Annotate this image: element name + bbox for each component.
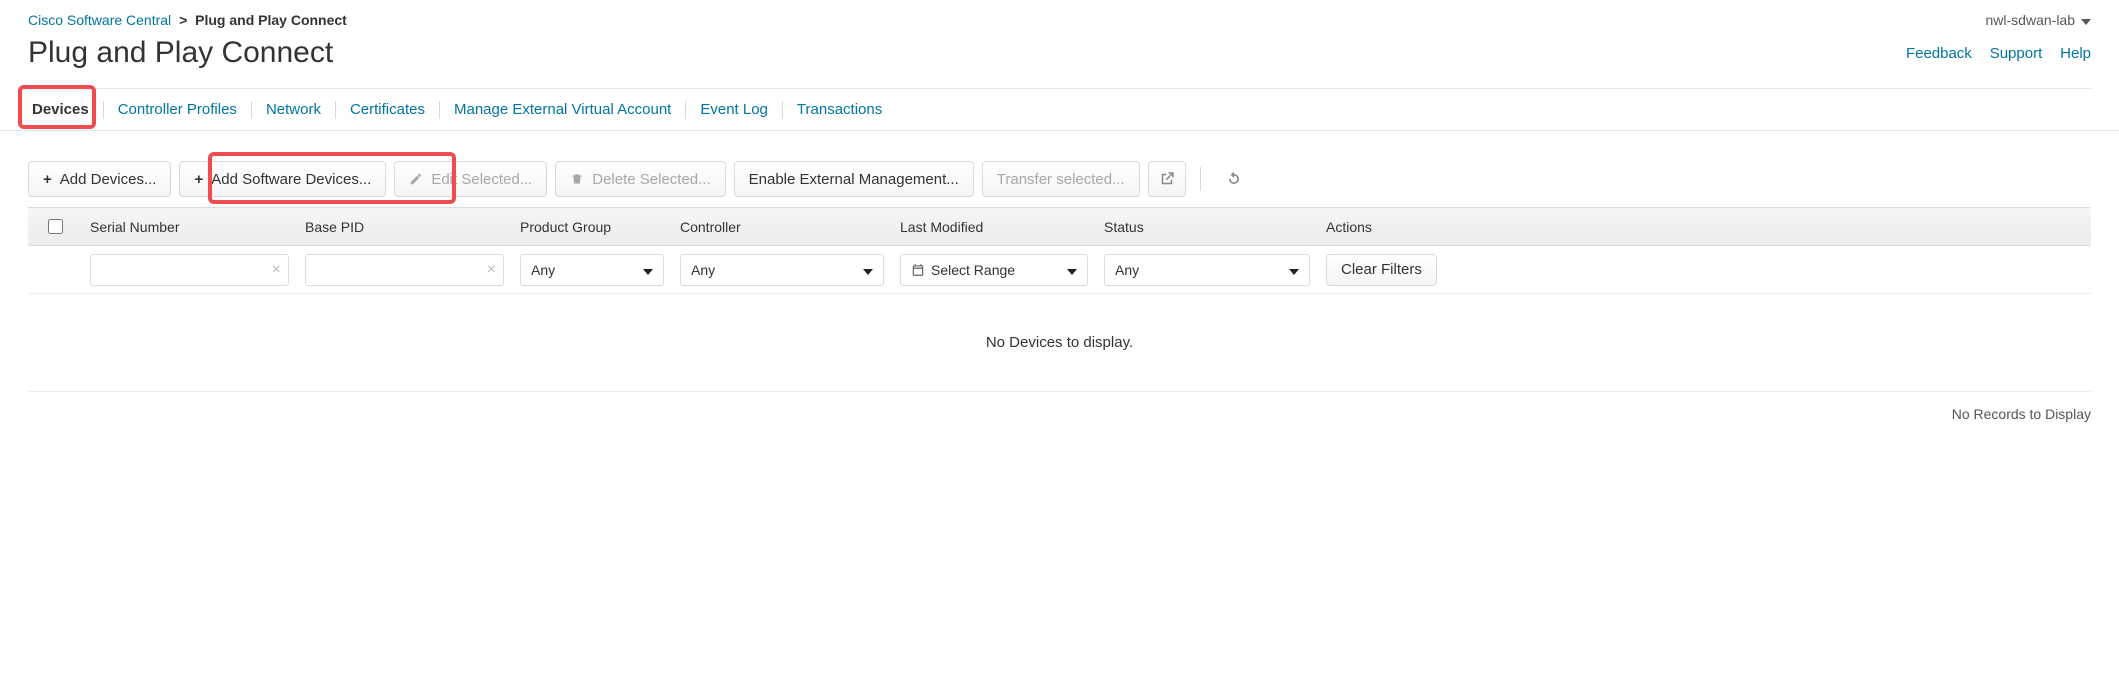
filter-status-value: Any [1115,262,1139,278]
tab-manage-external-virtual-account[interactable]: Manage External Virtual Account [440,89,685,130]
filter-product-group-select[interactable]: Any [520,254,664,286]
chevron-down-icon [2081,12,2091,28]
tab-network[interactable]: Network [252,89,335,130]
toolbar-divider [1200,167,1201,191]
enable-external-management-button[interactable]: Enable External Management... [734,161,974,197]
filter-controller-value: Any [691,262,715,278]
tabs: Devices Controller Profiles Network Cert… [0,89,2119,131]
export-button[interactable] [1148,161,1186,197]
add-software-devices-button[interactable]: + Add Software Devices... [179,161,386,197]
enable-external-management-label: Enable External Management... [749,171,959,188]
page-title: Plug and Play Connect [28,36,333,70]
account-name: nwl-sdwan-lab [1986,12,2075,28]
column-header-status[interactable]: Status [1096,219,1318,235]
pencil-icon [409,172,423,186]
select-all-checkbox[interactable] [48,219,63,234]
breadcrumb-separator: > [179,12,187,28]
chevron-down-icon [1067,262,1077,278]
tab-certificates[interactable]: Certificates [336,89,439,130]
delete-selected-label: Delete Selected... [592,171,710,188]
filter-product-group-value: Any [531,262,555,278]
tab-controller-profiles[interactable]: Controller Profiles [104,89,251,130]
clear-filters-label: Clear Filters [1341,261,1422,278]
column-header-serial[interactable]: Serial Number [82,219,297,235]
chevron-down-icon [863,262,873,278]
chevron-down-icon [643,262,653,278]
add-software-devices-label: Add Software Devices... [211,171,371,188]
help-link[interactable]: Help [2060,45,2091,62]
filter-serial-input[interactable] [90,254,289,286]
help-links: Feedback Support Help [1892,45,2091,62]
filter-last-modified-value: Select Range [931,262,1015,278]
toolbar: + Add Devices... + Add Software Devices.… [0,131,2119,207]
calendar-icon [911,263,925,277]
transfer-selected-button: Transfer selected... [982,161,1140,197]
plus-icon: + [43,171,52,188]
column-header-controller[interactable]: Controller [672,219,892,235]
column-header-product-group[interactable]: Product Group [512,219,672,235]
table-filter-row: × × Any Any [28,246,2091,294]
delete-selected-button: Delete Selected... [555,161,725,197]
export-icon [1158,170,1176,188]
chevron-down-icon [1289,262,1299,278]
filter-status-select[interactable]: Any [1104,254,1310,286]
clear-icon[interactable]: × [272,261,281,279]
support-link[interactable]: Support [1990,45,2043,62]
breadcrumb: Cisco Software Central > Plug and Play C… [28,12,347,28]
empty-state: No Devices to display. [28,294,2091,392]
devices-table: Serial Number Base PID Product Group Con… [28,207,2091,392]
edit-selected-label: Edit Selected... [431,171,532,188]
refresh-button[interactable] [1215,161,1253,197]
column-header-last-modified[interactable]: Last Modified [892,219,1096,235]
clear-icon[interactable]: × [487,261,496,279]
records-footer: No Records to Display [0,392,2119,422]
edit-selected-button: Edit Selected... [394,161,547,197]
breadcrumb-root-link[interactable]: Cisco Software Central [28,12,171,28]
trash-icon [570,172,584,186]
select-all-cell [28,219,82,234]
filter-pid-input[interactable] [305,254,504,286]
tab-event-log[interactable]: Event Log [686,89,782,130]
table-header-row: Serial Number Base PID Product Group Con… [28,208,2091,246]
plus-icon: + [194,171,203,188]
account-switcher[interactable]: nwl-sdwan-lab [1986,12,2091,28]
clear-filters-button[interactable]: Clear Filters [1326,254,1437,286]
filter-last-modified-select[interactable]: Select Range [900,254,1088,286]
breadcrumb-current: Plug and Play Connect [195,12,347,28]
feedback-link[interactable]: Feedback [1906,45,1972,62]
filter-controller-select[interactable]: Any [680,254,884,286]
transfer-selected-label: Transfer selected... [997,171,1125,188]
add-devices-button[interactable]: + Add Devices... [28,161,171,197]
add-devices-label: Add Devices... [60,171,157,188]
tab-transactions[interactable]: Transactions [783,89,896,130]
tab-devices[interactable]: Devices [18,89,103,130]
column-header-base-pid[interactable]: Base PID [297,219,512,235]
refresh-icon [1224,169,1244,189]
column-header-actions: Actions [1318,219,2091,235]
